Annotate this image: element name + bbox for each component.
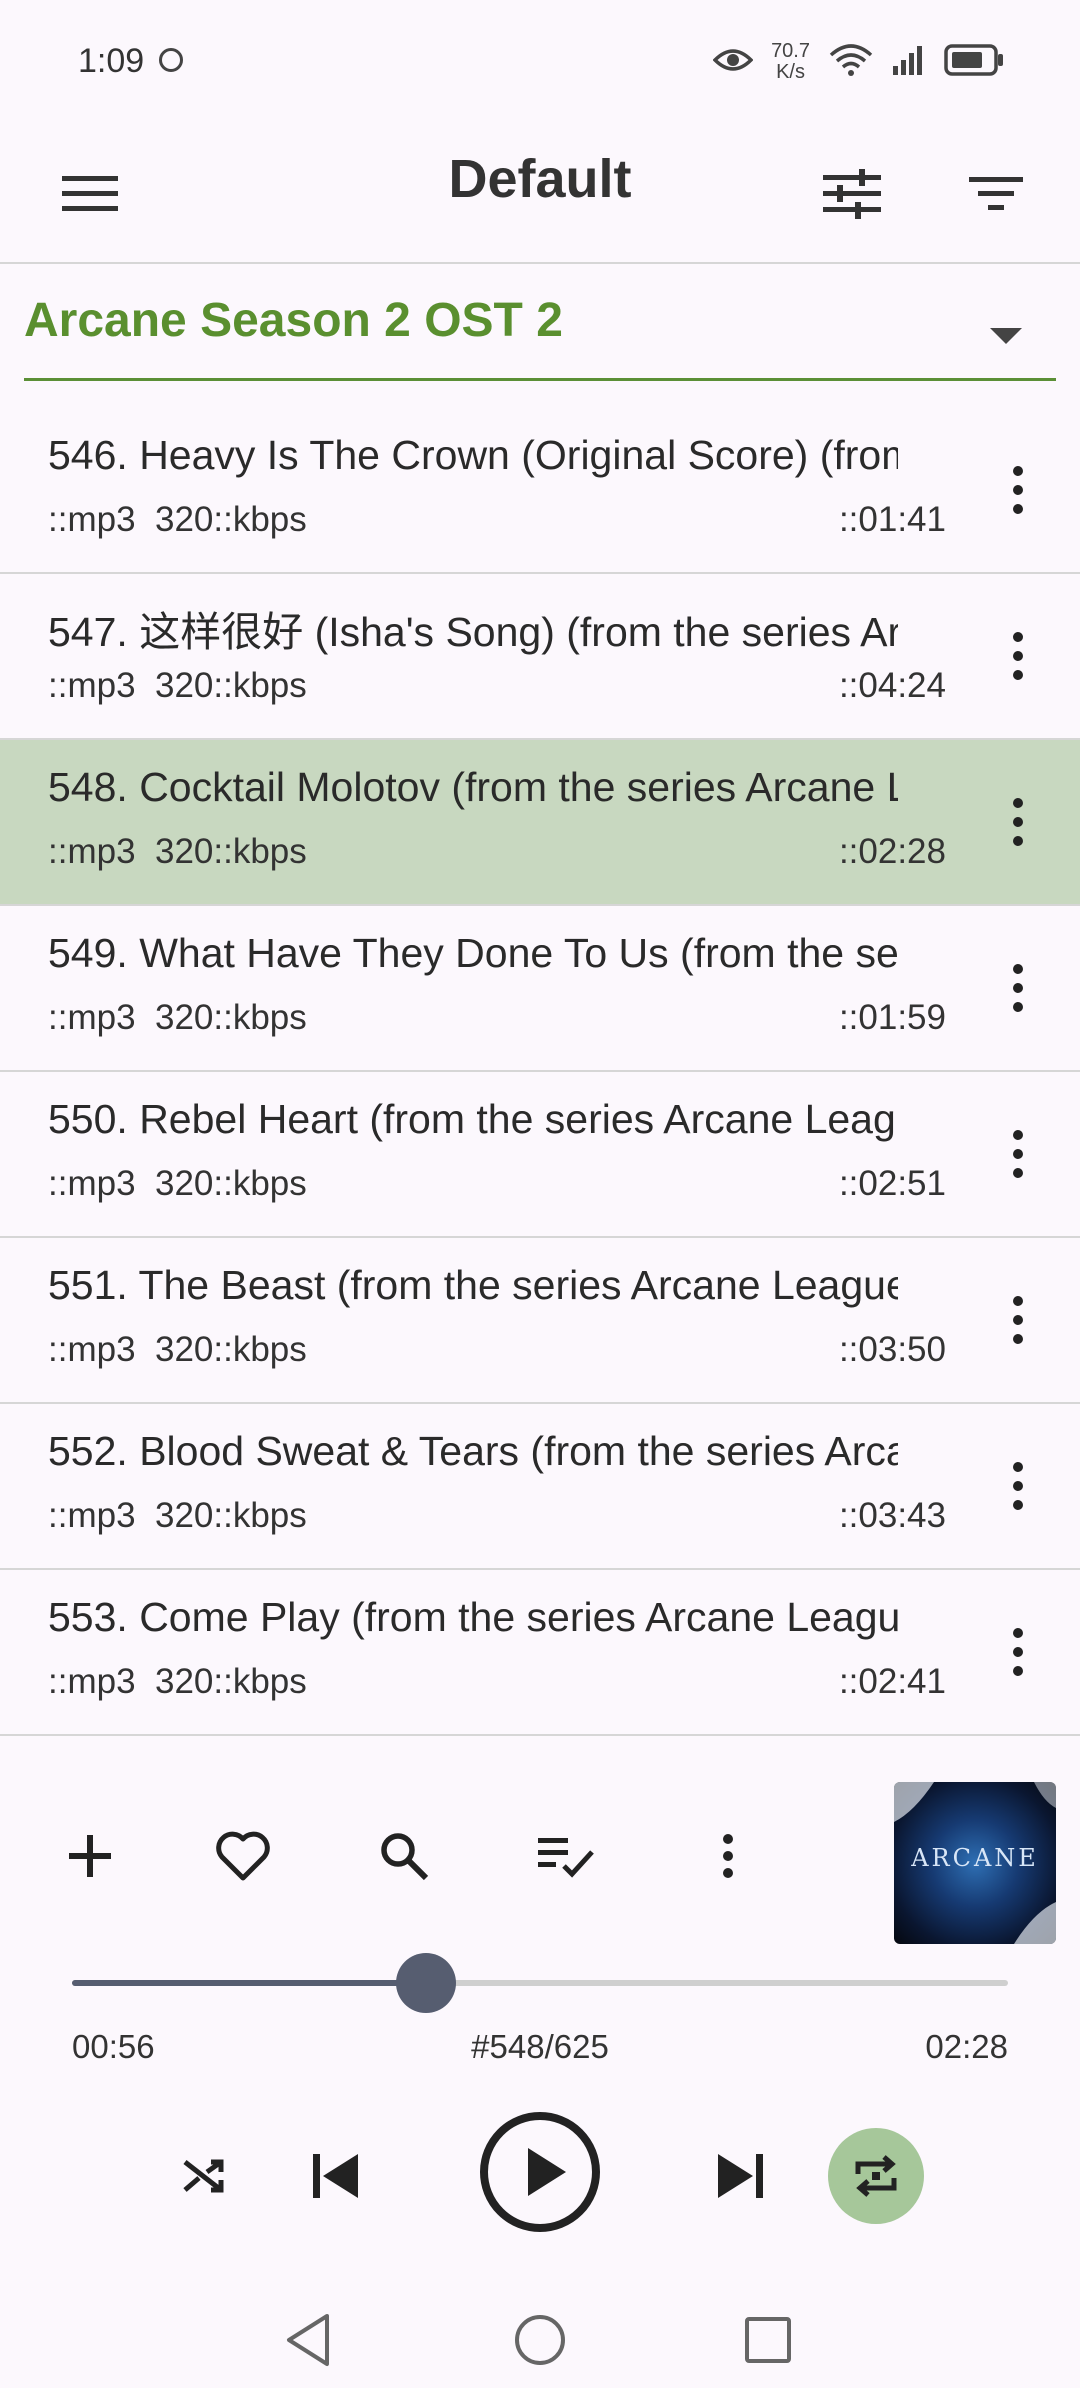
wifi-icon: [828, 43, 874, 82]
track-row[interactable]: 551. The Beast (from the series Arcane L…: [0, 1238, 1080, 1404]
album-art[interactable]: ARCANE: [894, 1782, 1056, 1944]
eye-icon: [712, 46, 754, 79]
repeat-icon[interactable]: [828, 2128, 924, 2224]
track-title: 551. The Beast (from the series Arcane L…: [48, 1262, 898, 1308]
net-speed-unit: K/s: [776, 61, 805, 83]
track-list: 546. Heavy Is The Crown (Original Score)…: [0, 408, 1080, 1736]
track-title: 553. Come Play (from the series Arcane L…: [48, 1594, 898, 1640]
track-format: ::mp3 320::kbps: [48, 500, 307, 539]
track-duration: ::01:41: [838, 500, 946, 539]
skip-previous-icon[interactable]: [300, 2140, 372, 2212]
signal-icon: [892, 44, 926, 81]
track-format: ::mp3 320::kbps: [48, 998, 307, 1037]
track-row[interactable]: 549. What Have They Done To Us (from the…: [0, 906, 1080, 1072]
more-vert-icon[interactable]: [982, 1284, 1054, 1356]
track-format: ::mp3 320::kbps: [48, 666, 307, 705]
track-duration: ::04:24: [838, 666, 946, 705]
page-title: Default: [448, 149, 632, 209]
track-row[interactable]: 550. Rebel Heart (from the series Arcane…: [0, 1072, 1080, 1238]
more-vert-icon[interactable]: [982, 952, 1054, 1024]
track-row[interactable]: 546. Heavy Is The Crown (Original Score)…: [0, 408, 1080, 574]
more-vert-icon[interactable]: [982, 620, 1054, 692]
playlist-name: Arcane Season 2 OST 2: [24, 294, 563, 347]
total-time: 02:28: [925, 2028, 1008, 2065]
track-duration: ::03:43: [838, 1496, 946, 1535]
track-duration: ::02:41: [838, 1662, 946, 1701]
track-position: #548/625: [471, 2028, 609, 2065]
notification-face-icon: [159, 48, 183, 72]
playback-controls: [0, 2110, 1080, 2234]
track-duration: ::01:59: [838, 998, 946, 1037]
seek-thumb[interactable]: [395, 1953, 456, 2013]
status-time: 1:09: [78, 42, 145, 80]
more-vert-icon[interactable]: [982, 454, 1054, 526]
track-title: 547. 这样很好 (Isha's Song) (from the series…: [48, 609, 898, 655]
track-format: ::mp3 320::kbps: [48, 1164, 307, 1203]
status-icons: 70.7 K/s: [712, 36, 1004, 88]
track-row[interactable]: 553. Come Play (from the series Arcane L…: [0, 1570, 1080, 1736]
track-title: 548. Cocktail Molotov (from the series A…: [48, 764, 898, 810]
recents-icon[interactable]: [728, 2300, 808, 2380]
more-vert-icon[interactable]: [692, 1820, 764, 1892]
net-speed-value: 70.7: [771, 40, 810, 62]
album-art-text: ARCANE: [911, 1844, 1039, 1872]
track-title: 549. What Have They Done To Us (from the…: [48, 930, 898, 976]
track-duration: ::02:28: [838, 832, 946, 871]
track-title: 546. Heavy Is The Crown (Original Score)…: [48, 432, 898, 478]
track-row-active[interactable]: 548. Cocktail Molotov (from the series A…: [0, 740, 1080, 906]
more-vert-icon[interactable]: [982, 1616, 1054, 1688]
track-title: 550. Rebel Heart (from the series Arcane…: [48, 1096, 898, 1142]
status-bar: 1:09 70.7 K/s: [0, 0, 1080, 124]
search-icon[interactable]: [368, 1820, 440, 1892]
play-icon[interactable]: [478, 2110, 602, 2234]
playlist-dropdown[interactable]: Arcane Season 2 OST 2: [24, 278, 1056, 381]
dropdown-arrow-icon: [990, 328, 1022, 344]
queue-check-icon[interactable]: [530, 1820, 602, 1892]
more-vert-icon[interactable]: [982, 786, 1054, 858]
track-format: ::mp3 320::kbps: [48, 832, 307, 871]
system-nav-bar: [0, 2290, 1080, 2388]
battery-icon: [944, 43, 1004, 82]
more-vert-icon[interactable]: [982, 1450, 1054, 1522]
track-row[interactable]: 552. Blood Sweat & Tears (from the serie…: [0, 1404, 1080, 1570]
track-format: ::mp3 320::kbps: [48, 1496, 307, 1535]
shuffle-icon[interactable]: [168, 2140, 240, 2212]
home-icon[interactable]: [500, 2300, 580, 2380]
skip-next-icon[interactable]: [704, 2140, 776, 2212]
back-icon[interactable]: [268, 2300, 348, 2380]
add-icon[interactable]: [54, 1820, 126, 1892]
track-duration: ::02:51: [838, 1164, 946, 1203]
track-format: ::mp3 320::kbps: [48, 1662, 307, 1701]
more-vert-icon[interactable]: [982, 1118, 1054, 1190]
track-format: ::mp3 320::kbps: [48, 1330, 307, 1369]
seek-bar[interactable]: [72, 1953, 1008, 2013]
track-duration: ::03:50: [838, 1330, 946, 1369]
track-row[interactable]: 547. 这样很好 (Isha's Song) (from the series…: [0, 574, 1080, 740]
divider: [0, 262, 1080, 264]
track-title: 552. Blood Sweat & Tears (from the serie…: [48, 1428, 898, 1474]
heart-icon[interactable]: [207, 1820, 279, 1892]
net-speed: 70.7 K/s: [771, 41, 810, 83]
seek-progress: [72, 1980, 426, 1986]
